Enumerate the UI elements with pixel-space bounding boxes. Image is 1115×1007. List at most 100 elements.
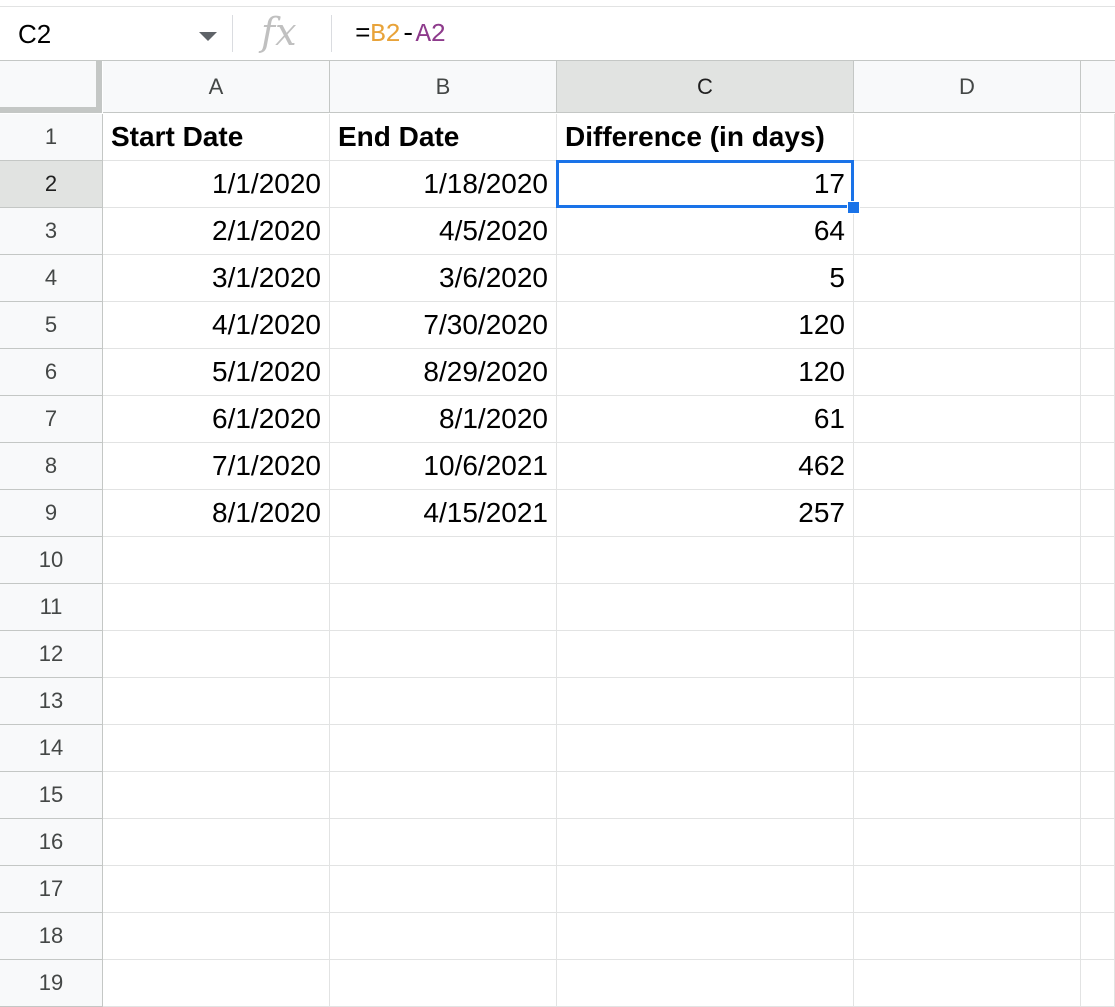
row-header-13[interactable]: 13 — [0, 678, 103, 725]
cell-a1[interactable]: Start Date — [103, 114, 330, 161]
cell-e14[interactable] — [1081, 725, 1115, 772]
col-header-c[interactable]: C — [557, 61, 854, 113]
cell-b9[interactable]: 4/15/2021 — [330, 490, 557, 537]
cell-a6[interactable]: 5/1/2020 — [103, 349, 330, 396]
cell-e3[interactable] — [1081, 208, 1115, 255]
cell-e6[interactable] — [1081, 349, 1115, 396]
cell-b14[interactable] — [330, 725, 557, 772]
cell-e13[interactable] — [1081, 678, 1115, 725]
cell-a13[interactable] — [103, 678, 330, 725]
cell-a8[interactable]: 7/1/2020 — [103, 443, 330, 490]
cell-a7[interactable]: 6/1/2020 — [103, 396, 330, 443]
cell-c12[interactable] — [557, 631, 854, 678]
select-all-corner[interactable] — [0, 61, 102, 113]
cell-d6[interactable] — [854, 349, 1081, 396]
cell-a11[interactable] — [103, 584, 330, 631]
cell-a4[interactable]: 3/1/2020 — [103, 255, 330, 302]
cell-c13[interactable] — [557, 678, 854, 725]
col-header-a[interactable]: A — [103, 61, 330, 113]
cell-e11[interactable] — [1081, 584, 1115, 631]
row-header-9[interactable]: 9 — [0, 490, 103, 537]
frozen-col-handle[interactable] — [96, 61, 102, 113]
row-header-3[interactable]: 3 — [0, 208, 103, 255]
cell-e18[interactable] — [1081, 913, 1115, 960]
cell-c10[interactable] — [557, 537, 854, 584]
cell-d2[interactable] — [854, 161, 1081, 208]
cell-a10[interactable] — [103, 537, 330, 584]
row-header-17[interactable]: 17 — [0, 866, 103, 913]
cell-b6[interactable]: 8/29/2020 — [330, 349, 557, 396]
cell-c15[interactable] — [557, 772, 854, 819]
cell-e9[interactable] — [1081, 490, 1115, 537]
cell-c19[interactable] — [557, 960, 854, 1007]
cell-b15[interactable] — [330, 772, 557, 819]
name-box[interactable]: C2 — [0, 7, 232, 60]
cell-c14[interactable] — [557, 725, 854, 772]
cell-d1[interactable] — [854, 114, 1081, 161]
cell-d5[interactable] — [854, 302, 1081, 349]
cell-c7[interactable]: 61 — [557, 396, 854, 443]
cell-c1[interactable]: Difference (in days) — [557, 114, 854, 161]
cell-b18[interactable] — [330, 913, 557, 960]
row-header-7[interactable]: 7 — [0, 396, 103, 443]
cell-b1[interactable]: End Date — [330, 114, 557, 161]
row-header-16[interactable]: 16 — [0, 819, 103, 866]
cell-a12[interactable] — [103, 631, 330, 678]
cell-d13[interactable] — [854, 678, 1081, 725]
col-header-b[interactable]: B — [330, 61, 557, 113]
formula-input[interactable]: =B2-A2 — [355, 19, 446, 49]
cell-b13[interactable] — [330, 678, 557, 725]
spreadsheet-grid[interactable]: A B C D 1 2 3 4 5 6 7 8 9 10 11 12 13 14 15 16 17 18 19 Start D… — [0, 61, 1115, 1007]
chevron-down-icon[interactable] — [199, 32, 217, 41]
cell-c8[interactable]: 462 — [557, 443, 854, 490]
cell-d9[interactable] — [854, 490, 1081, 537]
cell-d16[interactable] — [854, 819, 1081, 866]
cell-a18[interactable] — [103, 913, 330, 960]
cell-c5[interactable]: 120 — [557, 302, 854, 349]
cell-e16[interactable] — [1081, 819, 1115, 866]
cell-b7[interactable]: 8/1/2020 — [330, 396, 557, 443]
cell-d17[interactable] — [854, 866, 1081, 913]
cell-b5[interactable]: 7/30/2020 — [330, 302, 557, 349]
cell-e2[interactable] — [1081, 161, 1115, 208]
cell-e15[interactable] — [1081, 772, 1115, 819]
row-header-10[interactable]: 10 — [0, 537, 103, 584]
row-header-6[interactable]: 6 — [0, 349, 103, 396]
cell-d14[interactable] — [854, 725, 1081, 772]
cell-b4[interactable]: 3/6/2020 — [330, 255, 557, 302]
row-header-5[interactable]: 5 — [0, 302, 103, 349]
cell-a5[interactable]: 4/1/2020 — [103, 302, 330, 349]
row-header-2[interactable]: 2 — [0, 161, 103, 208]
col-header-e[interactable] — [1081, 61, 1115, 113]
row-header-19[interactable]: 19 — [0, 960, 103, 1007]
cell-c3[interactable]: 64 — [557, 208, 854, 255]
cell-d15[interactable] — [854, 772, 1081, 819]
col-header-d[interactable]: D — [854, 61, 1081, 113]
row-header-12[interactable]: 12 — [0, 631, 103, 678]
cell-b3[interactable]: 4/5/2020 — [330, 208, 557, 255]
cell-e8[interactable] — [1081, 443, 1115, 490]
cell-b11[interactable] — [330, 584, 557, 631]
cell-d8[interactable] — [854, 443, 1081, 490]
cell-a14[interactable] — [103, 725, 330, 772]
cell-a16[interactable] — [103, 819, 330, 866]
row-header-14[interactable]: 14 — [0, 725, 103, 772]
cell-e7[interactable] — [1081, 396, 1115, 443]
row-header-11[interactable]: 11 — [0, 584, 103, 631]
cell-d19[interactable] — [854, 960, 1081, 1007]
cell-a17[interactable] — [103, 866, 330, 913]
frozen-row-handle[interactable] — [0, 107, 102, 113]
cell-d3[interactable] — [854, 208, 1081, 255]
cell-c6[interactable]: 120 — [557, 349, 854, 396]
cell-c18[interactable] — [557, 913, 854, 960]
cell-c9[interactable]: 257 — [557, 490, 854, 537]
cell-d4[interactable] — [854, 255, 1081, 302]
cell-a15[interactable] — [103, 772, 330, 819]
cell-e10[interactable] — [1081, 537, 1115, 584]
cell-a19[interactable] — [103, 960, 330, 1007]
cell-d12[interactable] — [854, 631, 1081, 678]
cell-e4[interactable] — [1081, 255, 1115, 302]
cell-e12[interactable] — [1081, 631, 1115, 678]
cell-d11[interactable] — [854, 584, 1081, 631]
cell-b8[interactable]: 10/6/2021 — [330, 443, 557, 490]
